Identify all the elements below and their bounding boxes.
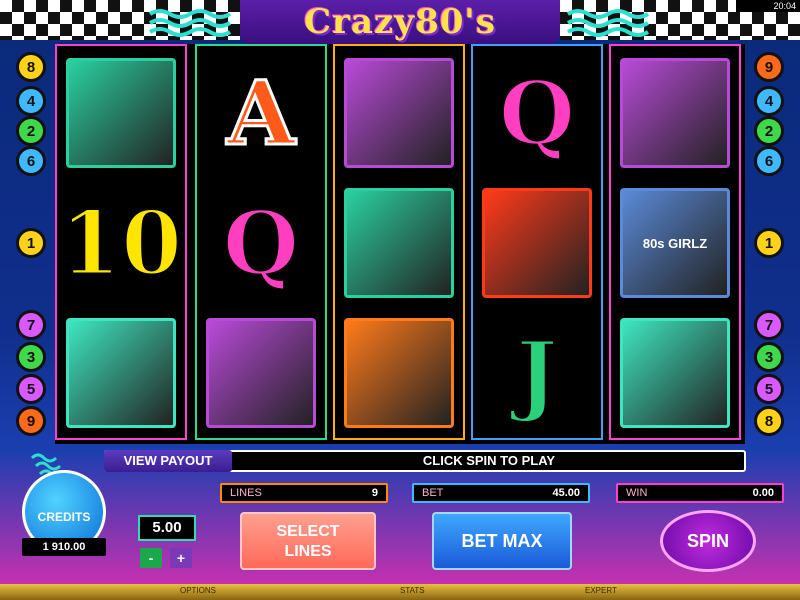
symbol-glyph: Q	[497, 60, 577, 167]
payline-badge-left-6[interactable]: 6	[16, 146, 46, 176]
symbol-glyph: 10	[58, 190, 183, 297]
payline-badge-left-4[interactable]: 4	[16, 86, 46, 116]
symbol-letter-A: A	[201, 50, 321, 176]
symbol-art	[66, 58, 176, 168]
game-title: Crazy80's	[304, 2, 496, 42]
symbol-art	[620, 58, 730, 168]
credits-label: CREDITS	[37, 510, 91, 524]
view-payout-button[interactable]: VIEW PAYOUT	[104, 450, 232, 472]
symbol-letter-J: J	[477, 310, 597, 436]
sneakers-album-icon	[339, 180, 459, 306]
symbol-glyph: Q	[221, 190, 301, 297]
reel-1: 10	[55, 44, 187, 440]
symbol-caption: 80s GIRLZ	[642, 235, 708, 251]
bet-display: BET 45.00	[412, 483, 590, 503]
symbol-art	[620, 318, 730, 428]
select-lines-button[interactable]: SELECT LINES	[240, 512, 376, 570]
wave-decoration-right	[566, 9, 650, 37]
symbol-letter-Q: Q	[477, 50, 597, 176]
wave-decoration-left	[148, 9, 232, 37]
symbol-letter-10: 10	[58, 180, 183, 306]
payline-badge-left-7[interactable]: 7	[16, 310, 46, 340]
credits-value: 1 910.00	[22, 538, 106, 556]
win-label: WIN	[626, 487, 648, 499]
status-message: CLICK SPIN TO PLAY	[422, 453, 556, 468]
payline-badge-left-2[interactable]: 2	[16, 116, 46, 146]
payline-badge-right-8[interactable]: 8	[754, 406, 784, 436]
status-time: 20:04	[736, 0, 800, 12]
bet-label: BET	[422, 487, 444, 499]
symbol-glyph: A	[225, 60, 296, 167]
symbol-art	[482, 188, 592, 298]
phone-magazine-icon: 80s GIRLZ	[615, 180, 735, 306]
decrease-coin-button[interactable]: -	[140, 548, 162, 568]
payline-badge-left-3[interactable]: 3	[16, 342, 46, 372]
payline-badge-right-2[interactable]: 2	[754, 116, 784, 146]
boombox-icon	[477, 180, 597, 306]
payline-badge-right-4[interactable]: 4	[754, 86, 784, 116]
sunglasses-cube-keys-icon	[615, 310, 735, 436]
perfume-necklace-icon	[201, 310, 321, 436]
reel-3	[333, 44, 465, 440]
stats-link[interactable]: STATS	[400, 586, 425, 595]
reel-area: 10 A Q Q J 80s GIRLZ	[55, 44, 745, 444]
symbol-letter-Q: Q	[201, 180, 321, 306]
footer-bar: OPTIONS STATS EXPERT	[0, 584, 800, 600]
sneakers-album-icon	[61, 50, 181, 176]
symbol-art	[344, 58, 454, 168]
payline-badge-right-6[interactable]: 6	[754, 146, 784, 176]
bet-max-button[interactable]: BET MAX	[432, 512, 572, 570]
payline-badge-left-5[interactable]: 5	[16, 374, 46, 404]
lines-display: LINES 9	[220, 483, 388, 503]
sunglasses-cube-keys-icon	[61, 310, 181, 436]
perfume-necklace-icon	[615, 50, 735, 176]
reel-2: AQ	[195, 44, 327, 440]
lines-label: LINES	[230, 487, 262, 499]
bet-value: 45.00	[552, 487, 580, 499]
payline-badge-right-1[interactable]: 1	[754, 228, 784, 258]
payline-badge-left-1[interactable]: 1	[16, 228, 46, 258]
reel-5: 80s GIRLZ	[609, 44, 741, 440]
symbol-glyph: J	[515, 320, 560, 427]
symbol-art	[66, 318, 176, 428]
options-link[interactable]: OPTIONS	[180, 586, 216, 595]
spin-button[interactable]: SPIN	[660, 510, 756, 572]
coin-value-display: 5.00	[138, 515, 196, 541]
symbol-art	[344, 188, 454, 298]
symbol-art	[344, 318, 454, 428]
boombox-icon	[339, 310, 459, 436]
payline-badge-right-7[interactable]: 7	[754, 310, 784, 340]
game-title-banner: Crazy80's	[240, 0, 560, 44]
payline-badge-left-9[interactable]: 9	[16, 406, 46, 436]
win-display: WIN 0.00	[616, 483, 784, 503]
expert-link[interactable]: EXPERT	[585, 586, 617, 595]
perfume-necklace-icon	[339, 50, 459, 176]
lines-value: 9	[371, 487, 378, 499]
select-lines-label: SELECT LINES	[276, 523, 340, 560]
increase-coin-button[interactable]: +	[170, 548, 192, 568]
payline-badge-left-8[interactable]: 8	[16, 52, 46, 82]
reel-4: QJ	[471, 44, 603, 440]
symbol-art: 80s GIRLZ	[620, 188, 730, 298]
payline-badge-right-9[interactable]: 9	[754, 52, 784, 82]
symbol-art	[206, 318, 316, 428]
win-value: 0.00	[752, 487, 774, 499]
payline-badge-right-3[interactable]: 3	[754, 342, 784, 372]
payline-badge-right-5[interactable]: 5	[754, 374, 784, 404]
